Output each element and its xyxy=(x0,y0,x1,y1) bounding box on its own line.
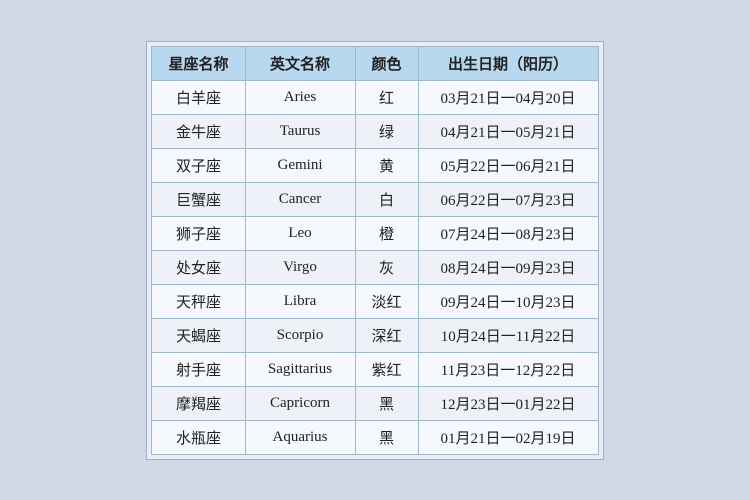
cell-color: 黑 xyxy=(355,386,418,420)
table-row: 巨蟹座Cancer白06月22日一07月23日 xyxy=(152,182,598,216)
cell-color: 白 xyxy=(355,182,418,216)
cell-chinese-name: 巨蟹座 xyxy=(152,182,245,216)
cell-color: 深红 xyxy=(355,318,418,352)
table-header-row: 星座名称 英文名称 颜色 出生日期（阳历） xyxy=(152,46,598,80)
cell-date-range: 06月22日一07月23日 xyxy=(418,182,598,216)
cell-color: 橙 xyxy=(355,216,418,250)
zodiac-table: 星座名称 英文名称 颜色 出生日期（阳历） 白羊座Aries红03月21日一04… xyxy=(151,46,598,455)
table-row: 天秤座Libra淡红09月24日一10月23日 xyxy=(152,284,598,318)
table-row: 金牛座Taurus绿04月21日一05月21日 xyxy=(152,114,598,148)
cell-date-range: 01月21日一02月19日 xyxy=(418,420,598,454)
cell-date-range: 11月23日一12月22日 xyxy=(418,352,598,386)
cell-color: 淡红 xyxy=(355,284,418,318)
cell-chinese-name: 处女座 xyxy=(152,250,245,284)
cell-english-name: Libra xyxy=(245,284,355,318)
cell-english-name: Virgo xyxy=(245,250,355,284)
cell-date-range: 09月24日一10月23日 xyxy=(418,284,598,318)
cell-chinese-name: 狮子座 xyxy=(152,216,245,250)
header-english-name: 英文名称 xyxy=(245,46,355,80)
cell-date-range: 05月22日一06月21日 xyxy=(418,148,598,182)
cell-color: 紫红 xyxy=(355,352,418,386)
table-row: 射手座Sagittarius紫红11月23日一12月22日 xyxy=(152,352,598,386)
cell-english-name: Sagittarius xyxy=(245,352,355,386)
cell-english-name: Cancer xyxy=(245,182,355,216)
zodiac-table-container: 星座名称 英文名称 颜色 出生日期（阳历） 白羊座Aries红03月21日一04… xyxy=(146,41,603,460)
cell-date-range: 08月24日一09月23日 xyxy=(418,250,598,284)
cell-color: 黑 xyxy=(355,420,418,454)
cell-english-name: Scorpio xyxy=(245,318,355,352)
cell-color: 绿 xyxy=(355,114,418,148)
table-row: 狮子座Leo橙07月24日一08月23日 xyxy=(152,216,598,250)
table-row: 天蝎座Scorpio深红10月24日一11月22日 xyxy=(152,318,598,352)
cell-english-name: Aries xyxy=(245,80,355,114)
cell-color: 灰 xyxy=(355,250,418,284)
table-row: 摩羯座Capricorn黑12月23日一01月22日 xyxy=(152,386,598,420)
cell-english-name: Gemini xyxy=(245,148,355,182)
table-row: 双子座Gemini黄05月22日一06月21日 xyxy=(152,148,598,182)
table-row: 水瓶座Aquarius黑01月21日一02月19日 xyxy=(152,420,598,454)
table-row: 处女座Virgo灰08月24日一09月23日 xyxy=(152,250,598,284)
cell-chinese-name: 射手座 xyxy=(152,352,245,386)
cell-chinese-name: 金牛座 xyxy=(152,114,245,148)
cell-color: 红 xyxy=(355,80,418,114)
cell-english-name: Taurus xyxy=(245,114,355,148)
cell-chinese-name: 水瓶座 xyxy=(152,420,245,454)
cell-english-name: Aquarius xyxy=(245,420,355,454)
cell-date-range: 04月21日一05月21日 xyxy=(418,114,598,148)
header-color: 颜色 xyxy=(355,46,418,80)
header-chinese-name: 星座名称 xyxy=(152,46,245,80)
cell-chinese-name: 白羊座 xyxy=(152,80,245,114)
cell-chinese-name: 天秤座 xyxy=(152,284,245,318)
cell-chinese-name: 摩羯座 xyxy=(152,386,245,420)
cell-date-range: 10月24日一11月22日 xyxy=(418,318,598,352)
cell-color: 黄 xyxy=(355,148,418,182)
cell-date-range: 03月21日一04月20日 xyxy=(418,80,598,114)
cell-date-range: 12月23日一01月22日 xyxy=(418,386,598,420)
cell-english-name: Leo xyxy=(245,216,355,250)
header-date-range: 出生日期（阳历） xyxy=(418,46,598,80)
cell-date-range: 07月24日一08月23日 xyxy=(418,216,598,250)
cell-chinese-name: 天蝎座 xyxy=(152,318,245,352)
cell-chinese-name: 双子座 xyxy=(152,148,245,182)
cell-english-name: Capricorn xyxy=(245,386,355,420)
table-row: 白羊座Aries红03月21日一04月20日 xyxy=(152,80,598,114)
